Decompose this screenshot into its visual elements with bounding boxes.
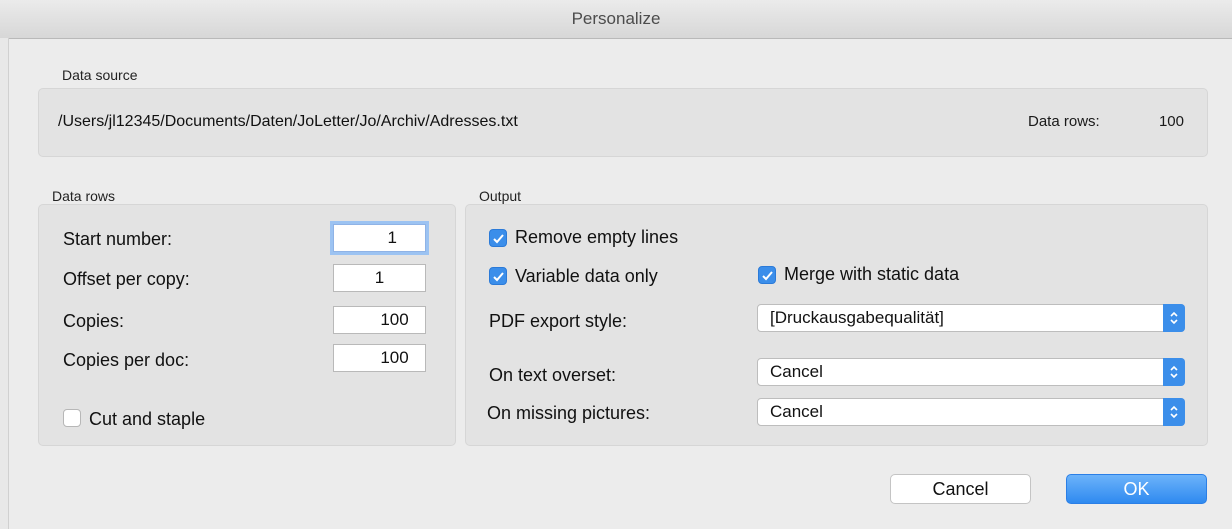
on-missing-pictures-value: Cancel: [770, 402, 823, 421]
data-source-path: /Users/jl12345/Documents/Daten/JoLetter/…: [58, 113, 518, 130]
on-missing-pictures-label: On missing pictures:: [487, 403, 651, 423]
variable-data-only-label: Variable data only: [515, 266, 658, 286]
data-rows-group-label: Data rows: [52, 188, 116, 204]
cut-and-staple-label: Cut and staple: [89, 409, 206, 429]
ok-button[interactable]: OK: [1066, 474, 1207, 504]
window-edge: [0, 38, 9, 529]
cut-and-staple-checkbox[interactable]: [63, 409, 81, 427]
copies-input[interactable]: [333, 306, 426, 334]
checkmark-icon: [492, 233, 504, 243]
offset-per-copy-input[interactable]: [333, 264, 426, 292]
on-text-overset-select[interactable]: Cancel: [757, 358, 1185, 386]
data-rows-count-label: Data rows:: [1028, 113, 1100, 130]
pdf-export-style-select[interactable]: [Druckausgabequalität]: [757, 304, 1185, 332]
pdf-export-style-value: [Druckausgabequalität]: [770, 308, 944, 327]
window-title-bar: Personalize: [0, 0, 1232, 39]
pdf-export-style-label: PDF export style:: [489, 311, 628, 331]
updown-chevron-icon: [1163, 358, 1185, 386]
updown-chevron-icon: [1163, 304, 1185, 332]
variable-data-only-checkbox[interactable]: [489, 267, 507, 285]
start-number-input[interactable]: [333, 224, 426, 252]
on-text-overset-label: On text overset:: [489, 365, 617, 385]
remove-empty-lines-label: Remove empty lines: [515, 227, 679, 247]
on-text-overset-value: Cancel: [770, 362, 823, 381]
merge-with-static-data-label: Merge with static data: [784, 264, 960, 284]
output-group-label: Output: [479, 188, 522, 204]
merge-with-static-data-checkbox[interactable]: [758, 266, 776, 284]
offset-per-copy-label: Offset per copy:: [63, 269, 190, 289]
cancel-button[interactable]: Cancel: [890, 474, 1031, 504]
updown-chevron-icon: [1163, 398, 1185, 426]
window-title: Personalize: [571, 9, 661, 28]
on-missing-pictures-select[interactable]: Cancel: [757, 398, 1185, 426]
data-source-group-label: Data source: [62, 67, 138, 83]
copies-per-doc-input[interactable]: [333, 344, 426, 372]
start-number-label: Start number:: [63, 229, 173, 249]
remove-empty-lines-checkbox[interactable]: [489, 229, 507, 247]
checkmark-icon: [492, 271, 504, 281]
copies-per-doc-label: Copies per doc:: [63, 350, 190, 370]
checkmark-icon: [761, 270, 773, 280]
data-rows-count-value: 100: [1158, 113, 1184, 130]
copies-label: Copies:: [63, 311, 125, 331]
